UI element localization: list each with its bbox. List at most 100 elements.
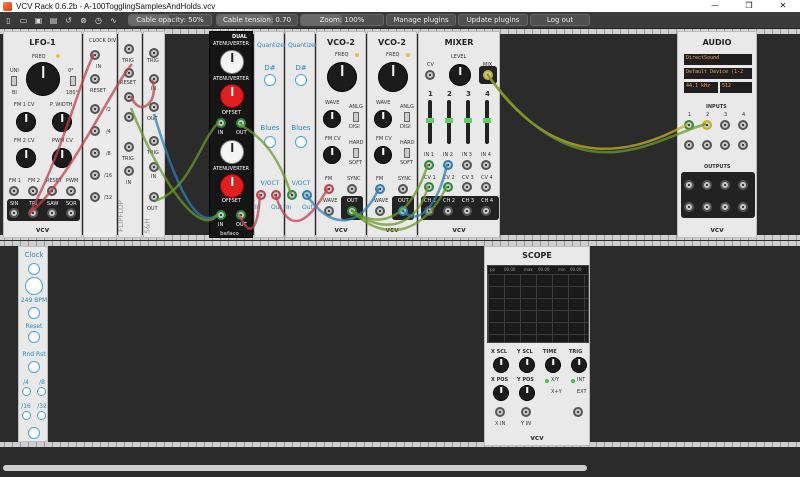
x-in-jack[interactable] [495, 407, 505, 417]
fm-cv-knob[interactable] [374, 146, 392, 164]
reset-input-jack[interactable] [47, 186, 57, 196]
scale-knob[interactable] [264, 136, 276, 148]
saw-output-jack[interactable] [47, 208, 57, 218]
div8-jack[interactable] [37, 387, 46, 396]
ch2-output-jack[interactable] [443, 206, 453, 216]
audio-out5-jack[interactable] [684, 202, 694, 212]
minimize-button[interactable]: — [698, 0, 732, 12]
driver-select[interactable]: DirectSound [684, 54, 752, 65]
cv3-jack[interactable] [462, 182, 472, 192]
reset-in-jack[interactable] [90, 74, 100, 84]
wave-knob[interactable] [323, 110, 341, 128]
att-in-2-jack[interactable] [216, 210, 226, 220]
disconnect-cables-icon[interactable]: ⊗ [79, 16, 88, 25]
tri-output-jack[interactable] [28, 208, 38, 218]
update-plugins-button[interactable]: Update plugins [458, 14, 528, 26]
att-out-2-jack[interactable] [236, 210, 246, 220]
att-out-1-jack[interactable] [236, 118, 246, 128]
block-size-select[interactable]: 512 [720, 82, 752, 93]
fm1-knob[interactable] [16, 112, 36, 132]
channel-4-fader[interactable] [483, 100, 491, 144]
mix-cv-jack[interactable] [425, 70, 435, 80]
cv1-jack[interactable] [424, 182, 434, 192]
device-select[interactable]: Default Device (1-2 [684, 68, 752, 79]
audio-out1-jack[interactable] [684, 180, 694, 190]
sh-in-jack[interactable] [149, 74, 159, 84]
manage-plugins-button[interactable]: Manage plugins [386, 14, 456, 26]
flipflop-out2-jack[interactable] [124, 112, 134, 122]
cv4-jack[interactable] [481, 182, 491, 192]
horizontal-scrollbar[interactable] [0, 459, 800, 477]
mix-output-jack[interactable] [483, 70, 493, 80]
analog-digital-switch[interactable] [353, 112, 359, 122]
fm-input-jack[interactable] [324, 184, 334, 194]
audio-in3-jack[interactable] [720, 120, 730, 130]
open-patch-icon[interactable]: ▭ [19, 16, 28, 25]
note-knob[interactable] [295, 74, 307, 86]
fm2-knob[interactable] [16, 148, 36, 168]
sqr-output-jack[interactable] [66, 208, 76, 218]
channel-3-fader[interactable] [464, 100, 472, 144]
flipflop-in-jack[interactable] [124, 166, 134, 176]
audio-out7-jack[interactable] [720, 202, 730, 212]
x-scale-knob[interactable] [493, 357, 509, 373]
sh-out2-jack[interactable] [149, 192, 159, 202]
flipflop-reset-jack[interactable] [124, 68, 134, 78]
x-position-knob[interactable] [493, 385, 509, 401]
sync-input-jack[interactable] [347, 184, 357, 194]
att-in-1-jack[interactable] [216, 118, 226, 128]
phase-switch[interactable] [70, 76, 76, 86]
y-in-jack[interactable] [521, 407, 531, 417]
scrollbar-thumb[interactable] [3, 465, 587, 471]
clock-in-jack[interactable] [90, 50, 100, 60]
zoom-slider[interactable]: Zoom: 100% [300, 14, 384, 26]
cable-opacity-slider[interactable]: Cable opacity: 50% [128, 14, 212, 26]
vco2-out-jack[interactable] [398, 206, 408, 216]
time-knob[interactable] [545, 357, 561, 373]
pwm-input-jack[interactable] [66, 186, 76, 196]
save-patch-icon[interactable]: ▣ [34, 16, 43, 25]
sync-input-jack[interactable] [398, 184, 408, 194]
freq-knob[interactable] [26, 62, 60, 96]
sample-rate-select[interactable]: 44.1 kHz [684, 82, 718, 93]
ch4-output-jack[interactable] [481, 206, 491, 216]
div32-output-jack[interactable] [90, 192, 100, 202]
in3-jack[interactable] [462, 160, 472, 170]
flipflop-trig-jack[interactable] [124, 44, 134, 54]
sample-rate-icon[interactable]: ∿ [109, 16, 118, 25]
channel-1-fader[interactable] [426, 100, 434, 144]
flipflop-out-jack[interactable] [124, 92, 134, 102]
bpm-jack[interactable] [28, 307, 40, 319]
div4-jack[interactable] [22, 387, 31, 396]
audio-in4-jack[interactable] [738, 120, 748, 130]
audio-out6-jack[interactable] [702, 202, 712, 212]
fm1-input-jack[interactable] [9, 186, 19, 196]
cv2-jack[interactable] [443, 182, 453, 192]
log-out-button[interactable]: Log out [530, 14, 590, 26]
quant1-in-jack[interactable] [256, 190, 266, 200]
quant2-out-jack[interactable] [302, 190, 312, 200]
pw-knob[interactable] [52, 112, 72, 132]
div16-jack[interactable] [22, 411, 31, 420]
power-meter-icon[interactable]: ◷ [94, 16, 103, 25]
y-position-knob[interactable] [519, 385, 535, 401]
fm-input-jack[interactable] [375, 184, 385, 194]
audio-in2-jack[interactable] [702, 120, 712, 130]
quant2-in-jack[interactable] [287, 190, 297, 200]
close-button[interactable]: ✕ [766, 0, 800, 12]
div32-jack[interactable] [37, 411, 46, 420]
wave-output-jack[interactable] [324, 206, 334, 216]
sync-mode-switch[interactable] [353, 148, 359, 158]
div8-output-jack[interactable] [90, 148, 100, 158]
audio-in5-jack[interactable] [684, 140, 694, 150]
div16-output-jack[interactable] [90, 170, 100, 180]
random-reset-knob[interactable] [28, 361, 40, 373]
audio-out3-jack[interactable] [720, 180, 730, 190]
uni-bi-switch[interactable] [11, 76, 17, 86]
audio-in7-jack[interactable] [720, 140, 730, 150]
bpm-knob[interactable] [25, 277, 43, 295]
quant1-out-jack[interactable] [271, 190, 281, 200]
reset-button[interactable] [28, 331, 40, 343]
audio-out4-jack[interactable] [738, 180, 748, 190]
wave-output-jack[interactable] [375, 206, 385, 216]
